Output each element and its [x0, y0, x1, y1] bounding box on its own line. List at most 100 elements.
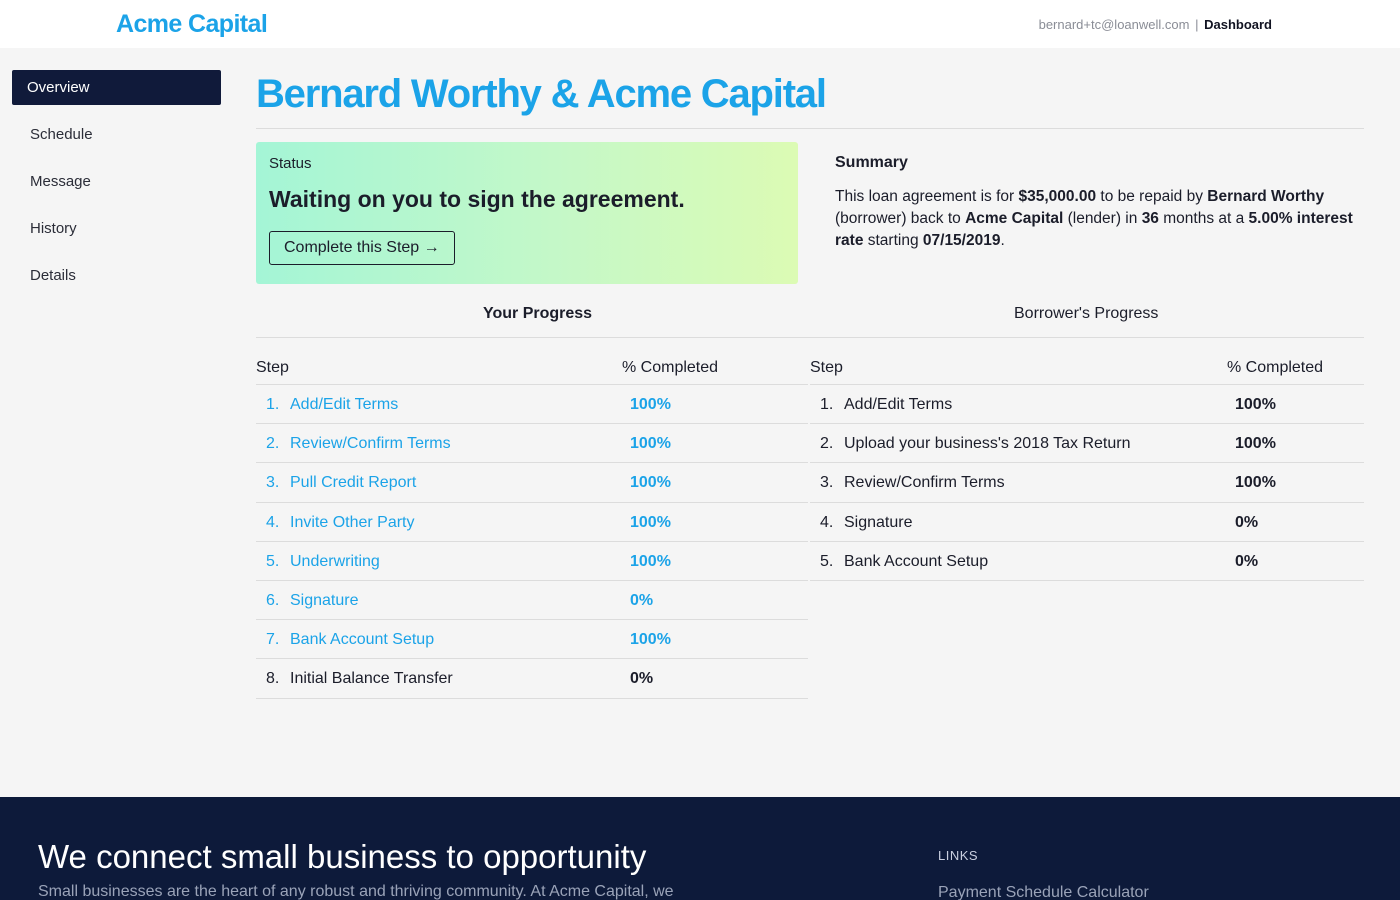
your-progress-table: Step % Completed 1. Add/Edit Terms 100% … [256, 359, 808, 699]
step-label: Signature [844, 513, 913, 531]
column-header-completed: % Completed [1227, 359, 1324, 376]
step-number: 5. [266, 552, 280, 570]
table-row[interactable]: 1. Add/Edit Terms 100% [256, 385, 808, 425]
step-number: 5. [820, 552, 834, 570]
summary-text-6: starting [863, 232, 923, 249]
sidebar-item-schedule[interactable]: Schedule [12, 117, 221, 152]
summary-text-3: (borrower) back to [835, 210, 966, 227]
step-percent: 100% [1235, 474, 1276, 492]
table-header: Step % Completed [256, 359, 808, 385]
step-percent: 0% [630, 591, 654, 609]
your-progress-heading: Your Progress [483, 305, 593, 322]
step-link[interactable]: Underwriting [290, 553, 380, 571]
step-percent: 100% [1235, 396, 1276, 413]
step-percent: 100% [1235, 435, 1276, 453]
summary-text-5: months at a [1158, 210, 1249, 227]
step-number: 7. [266, 631, 280, 649]
step-label: Add/Edit Terms [844, 396, 953, 413]
borrower-progress-heading: Borrower's Progress [1014, 305, 1159, 322]
user-email: bernard+tc@loanwell.com [1038, 17, 1190, 32]
step-label: Upload your business's 2018 Tax Return [844, 435, 1131, 453]
summary-text-2: to be repaid by [1096, 188, 1208, 205]
start-date: 07/15/2019 [922, 232, 1001, 249]
summary-text-7: . [1000, 232, 1005, 249]
site-footer: We connect small business to opportunity… [0, 797, 1400, 900]
step-percent: 100% [630, 435, 671, 453]
step-number: 6. [266, 591, 280, 609]
brand-logo[interactable]: Acme Capital [116, 10, 268, 39]
step-percent: 100% [630, 552, 671, 570]
step-label: Initial Balance Transfer [290, 670, 453, 688]
step-number: 2. [266, 435, 280, 453]
loan-term-months: 36 [1141, 210, 1159, 227]
step-percent: 0% [630, 670, 654, 688]
step-number: 3. [266, 474, 280, 492]
step-percent: 0% [1235, 552, 1259, 570]
table-row[interactable]: 6. Signature 0% [256, 581, 808, 621]
step-link[interactable]: Invite Other Party [290, 514, 415, 532]
status-message: Waiting on you to sign the agreement. [269, 186, 685, 212]
step-percent: 0% [1235, 513, 1259, 531]
footer-heading: We connect small business to opportunity [38, 838, 647, 875]
dashboard-link[interactable]: Dashboard [1204, 17, 1272, 32]
step-number: 1. [266, 396, 280, 413]
summary-text-1: This loan agreement is for [835, 188, 1019, 205]
sidebar-item-message[interactable]: Message [12, 164, 221, 199]
complete-step-button[interactable]: Complete this Step → [269, 231, 455, 265]
table-row[interactable]: 5. Underwriting 100% [256, 542, 808, 581]
table-header: Step % Completed [810, 359, 1364, 385]
step-label: Bank Account Setup [844, 552, 989, 570]
summary-text-4: (lender) in [1063, 210, 1142, 227]
step-number: 1. [820, 396, 834, 413]
step-label: Review/Confirm Terms [844, 474, 1005, 492]
table-row[interactable]: 3. Pull Credit Report 100% [256, 463, 808, 503]
step-link[interactable]: Pull Credit Report [290, 474, 416, 492]
table-row[interactable]: 4. Invite Other Party 100% [256, 503, 808, 542]
summary-title: Summary [835, 154, 908, 171]
table-row: 4. Signature 0% [810, 503, 1364, 542]
sidebar-item-overview[interactable]: Overview [12, 70, 221, 105]
footer-subtext: Small businesses are the heart of any ro… [38, 883, 674, 900]
borrower-progress-table: Step % Completed 1. Add/Edit Terms 100% … [810, 359, 1364, 581]
summary-panel: Summary This loan agreement is for $35,0… [835, 154, 1355, 252]
sidebar-item-history[interactable]: History [12, 211, 221, 246]
user-box: bernard+tc@loanwell.com | Dashboard [1039, 17, 1272, 32]
step-number: 8. [266, 670, 280, 688]
step-number: 4. [820, 513, 834, 531]
progress-divider [256, 337, 1364, 338]
sidebar-nav: Overview Schedule Message History Detail… [12, 70, 221, 305]
lender-name: Acme Capital [965, 210, 1064, 227]
column-header-step: Step [256, 359, 289, 376]
top-bar: Acme Capital bernard+tc@loanwell.com | D… [0, 0, 1400, 48]
step-number: 3. [820, 474, 834, 492]
page-title: Bernard Worthy & Acme Capital [256, 72, 827, 116]
title-divider [256, 128, 1364, 129]
footer-link-payment-calculator[interactable]: Payment Schedule Calculator [938, 884, 1149, 900]
table-row: 2. Upload your business's 2018 Tax Retur… [810, 424, 1364, 464]
step-link[interactable]: Review/Confirm Terms [290, 435, 451, 453]
table-row: 5. Bank Account Setup 0% [810, 542, 1364, 581]
footer-links-title: LINKS [938, 848, 979, 863]
table-row: 8. Initial Balance Transfer 0% [256, 659, 808, 699]
table-row[interactable]: 7. Bank Account Setup 100% [256, 620, 808, 660]
header-separator: | [1195, 17, 1199, 32]
loan-amount: $35,000.00 [1018, 188, 1097, 205]
step-link[interactable]: Add/Edit Terms [290, 396, 398, 414]
step-percent: 100% [630, 513, 671, 531]
step-number: 4. [266, 513, 280, 531]
table-row[interactable]: 2. Review/Confirm Terms 100% [256, 424, 808, 464]
step-link[interactable]: Signature [290, 592, 359, 610]
borrower-name: Bernard Worthy [1207, 188, 1325, 205]
table-row: 1. Add/Edit Terms 100% [810, 385, 1364, 425]
status-label: Status [269, 155, 312, 172]
main-content: Bernard Worthy & Acme Capital Status Wai… [256, 70, 1364, 699]
column-header-completed: % Completed [622, 359, 719, 376]
step-link[interactable]: Bank Account Setup [290, 631, 434, 649]
status-card: Status Waiting on you to sign the agreem… [256, 142, 798, 284]
step-percent: 100% [630, 631, 671, 649]
sidebar-item-details[interactable]: Details [12, 258, 221, 293]
step-percent: 100% [630, 474, 671, 492]
summary-text: This loan agreement is for $35,000.00 to… [835, 186, 1355, 252]
step-number: 2. [820, 435, 834, 453]
table-row: 3. Review/Confirm Terms 100% [810, 463, 1364, 503]
